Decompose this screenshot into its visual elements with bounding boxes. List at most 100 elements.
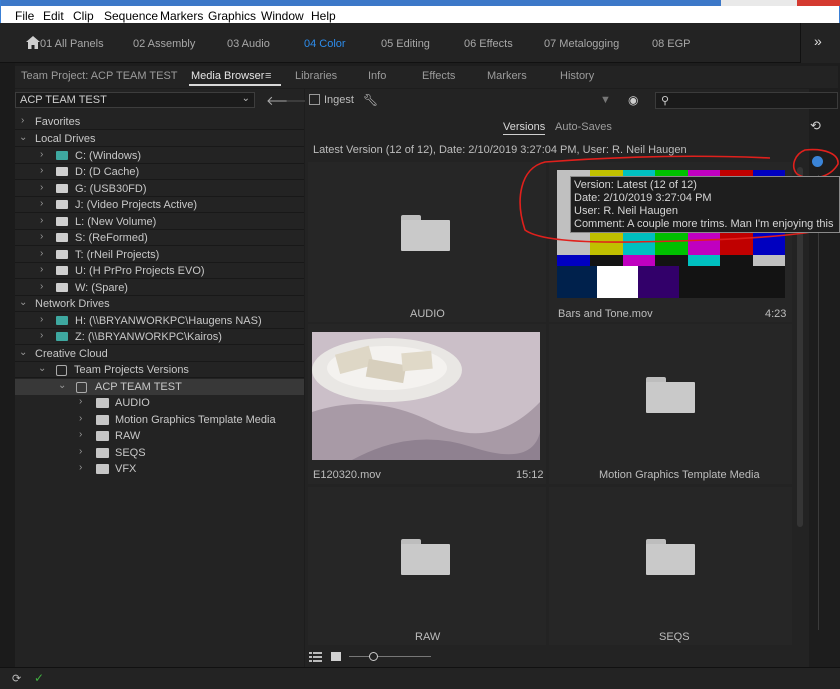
workspace-tab-editing[interactable]: 05 Editing bbox=[381, 38, 430, 50]
chevron-down-icon[interactable]: ⌄ bbox=[58, 380, 66, 391]
tree-item-drive-u[interactable]: › U: (H PrPro Projects EVO) bbox=[15, 263, 304, 279]
menu-sequence[interactable]: Sequence bbox=[104, 9, 158, 23]
tree-item-drive-s[interactable]: › S: (ReFormed) bbox=[15, 230, 304, 246]
chevron-down-icon[interactable]: ⌄ bbox=[19, 347, 27, 358]
menu-edit[interactable]: Edit bbox=[43, 9, 64, 23]
tab-versions[interactable]: Versions bbox=[503, 121, 546, 135]
drive-icon bbox=[56, 250, 68, 259]
chevron-right-icon[interactable]: › bbox=[79, 446, 82, 457]
search-input[interactable]: ⚲ bbox=[655, 92, 838, 109]
clip-duration: 15:12 bbox=[516, 469, 544, 481]
tree-folder-seqs[interactable]: › SEQS bbox=[15, 445, 304, 461]
workspace-tab-color[interactable]: 04 Color bbox=[304, 38, 346, 50]
window-close-button[interactable] bbox=[797, 0, 840, 6]
view-controls-bar bbox=[305, 647, 809, 667]
chevron-right-icon[interactable]: › bbox=[40, 149, 43, 160]
chevron-right-icon[interactable]: › bbox=[40, 314, 43, 325]
zoom-slider-track[interactable] bbox=[349, 656, 431, 657]
menu-file[interactable]: File bbox=[15, 9, 34, 23]
tree-item-network-z[interactable]: › Z: (\\BRYANWORKPC\Kairos) bbox=[15, 329, 304, 345]
workspace-tab-effects[interactable]: 06 Effects bbox=[464, 38, 513, 50]
workspace-tab-egp[interactable]: 08 EGP bbox=[652, 38, 691, 50]
history-icon[interactable]: ⟲ bbox=[810, 118, 821, 134]
menu-help[interactable]: Help bbox=[311, 9, 336, 23]
menu-graphics[interactable]: Graphics bbox=[208, 9, 256, 23]
tree-folder-raw[interactable]: › RAW bbox=[15, 428, 304, 444]
tab-markers[interactable]: Markers bbox=[487, 70, 527, 82]
workspace-tab-metalogging[interactable]: 07 Metalogging bbox=[544, 38, 619, 50]
chevron-down-icon[interactable]: ⌄ bbox=[19, 132, 27, 143]
list-view-icon[interactable] bbox=[309, 652, 322, 662]
tree-item-drive-l[interactable]: › L: (New Volume) bbox=[15, 214, 304, 230]
tree-folder-vfx[interactable]: › VFX bbox=[15, 461, 304, 477]
chevron-right-icon[interactable]: › bbox=[21, 115, 24, 126]
tree-label: T: (rNeil Projects) bbox=[75, 249, 160, 261]
tree-item-drive-w[interactable]: › W: (Spare) bbox=[15, 280, 304, 296]
window-title-strip bbox=[1, 0, 840, 6]
workspace-tab-audio[interactable]: 03 Audio bbox=[227, 38, 270, 50]
eye-icon[interactable]: ◉ bbox=[628, 93, 638, 107]
tab-team-project[interactable]: Team Project: ACP TEAM TEST bbox=[21, 70, 178, 82]
workspace-tab-all-panels[interactable]: 01 All Panels bbox=[40, 38, 104, 50]
workspace-tab-assembly[interactable]: 02 Assembly bbox=[133, 38, 195, 50]
project-dropdown[interactable]: ACP TEAM TEST ⌄ bbox=[15, 92, 255, 108]
tab-effects[interactable]: Effects bbox=[422, 70, 455, 82]
tree-section-creative-cloud[interactable]: ⌄ Creative Cloud bbox=[15, 346, 304, 362]
clip-tile-e120320[interactable]: E120320.mov 15:12 bbox=[308, 324, 546, 484]
chevron-right-icon[interactable]: › bbox=[40, 248, 43, 259]
tree-item-team-projects-versions[interactable]: ⌄ Team Projects Versions bbox=[15, 362, 304, 378]
clip-name: RAW bbox=[415, 631, 441, 643]
tree-item-drive-d[interactable]: › D: (D Cache) bbox=[15, 164, 304, 180]
tree-section-network-drives[interactable]: ⌄ Network Drives bbox=[15, 296, 304, 312]
tree-item-network-h[interactable]: › H: (\\BRYANWORKPC\Haugens NAS) bbox=[15, 313, 304, 329]
panel-menu-icon[interactable]: ≡ bbox=[265, 70, 271, 82]
drive-icon bbox=[56, 200, 68, 209]
icon-view-icon[interactable] bbox=[331, 652, 341, 661]
tab-info[interactable]: Info bbox=[368, 70, 386, 82]
more-workspaces-button[interactable]: » bbox=[800, 23, 840, 63]
zoom-slider-knob[interactable] bbox=[369, 652, 378, 661]
tab-history[interactable]: History bbox=[560, 70, 594, 82]
menu-clip[interactable]: Clip bbox=[73, 9, 94, 23]
clip-tile-motion-graphics[interactable]: Motion Graphics Template Media bbox=[549, 324, 792, 484]
tree-item-drive-t[interactable]: › T: (rNeil Projects) bbox=[15, 247, 304, 263]
chevron-down-icon[interactable]: ⌄ bbox=[19, 297, 27, 308]
wrench-icon[interactable]: 🔧︎ bbox=[363, 93, 378, 107]
chevron-right-icon[interactable]: › bbox=[40, 330, 43, 341]
home-icon[interactable] bbox=[26, 36, 40, 49]
tree-item-acp-team-test[interactable]: ⌄ ACP TEAM TEST bbox=[15, 379, 304, 395]
chevron-right-icon[interactable]: › bbox=[79, 396, 82, 407]
checkmark-icon: ✓ bbox=[34, 671, 45, 685]
chevron-right-icon[interactable]: › bbox=[40, 165, 43, 176]
chevron-right-icon[interactable]: › bbox=[40, 281, 43, 292]
ingest-checkbox[interactable] bbox=[309, 94, 320, 105]
filter-icon[interactable]: ▼ bbox=[600, 94, 611, 106]
tab-auto-saves[interactable]: Auto-Saves bbox=[555, 121, 612, 133]
clip-tile-seqs[interactable]: SEQS bbox=[549, 487, 792, 645]
chevron-right-icon[interactable]: › bbox=[79, 413, 82, 424]
tab-libraries[interactable]: Libraries bbox=[295, 70, 337, 82]
chevron-right-icon[interactable]: › bbox=[40, 182, 43, 193]
chevron-right-icon[interactable]: › bbox=[40, 264, 43, 275]
folder-icon bbox=[96, 415, 109, 425]
chevron-right-icon[interactable]: › bbox=[79, 429, 82, 440]
chevron-right-icon[interactable]: › bbox=[79, 462, 82, 473]
chevron-down-icon[interactable]: ⌄ bbox=[38, 363, 46, 374]
sync-icon[interactable]: ⟳ bbox=[12, 672, 21, 685]
tree-section-favorites[interactable]: › Favorites bbox=[15, 114, 304, 130]
tree-section-local-drives[interactable]: ⌄ Local Drives bbox=[15, 131, 304, 147]
chevron-right-icon[interactable]: › bbox=[40, 215, 43, 226]
chevron-right-icon[interactable]: › bbox=[40, 231, 43, 242]
tree-item-drive-j[interactable]: › J: (Video Projects Active) bbox=[15, 197, 304, 213]
tree-item-drive-c[interactable]: › C: (Windows) bbox=[15, 148, 304, 164]
tree-item-drive-g[interactable]: › G: (USB30FD) bbox=[15, 181, 304, 197]
folder-icon bbox=[96, 464, 109, 474]
tree-label: Creative Cloud bbox=[35, 348, 108, 360]
menu-window[interactable]: Window bbox=[261, 9, 304, 23]
tab-media-browser[interactable]: Media Browser bbox=[191, 70, 264, 82]
clip-tile-raw[interactable]: RAW bbox=[308, 487, 546, 645]
tree-folder-motion-graphics[interactable]: › Motion Graphics Template Media bbox=[15, 412, 304, 428]
chevron-right-icon[interactable]: › bbox=[40, 198, 43, 209]
tree-folder-audio[interactable]: › AUDIO bbox=[15, 395, 304, 411]
menu-markers[interactable]: Markers bbox=[160, 9, 203, 23]
